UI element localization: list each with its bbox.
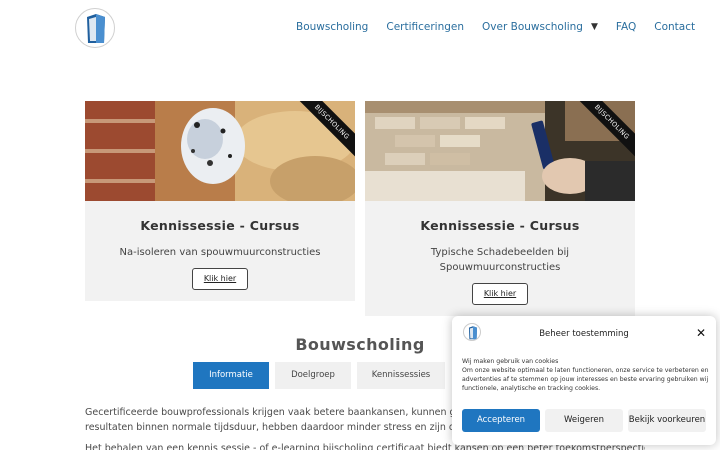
tab-doelgroep[interactable]: Doelgroep bbox=[275, 362, 351, 389]
course-image: BIJSCHOLING bbox=[365, 101, 635, 201]
course-image: BIJSCHOLING bbox=[85, 101, 355, 201]
tab-bar: Informatie Doelgroep Kennissessies bbox=[193, 362, 451, 389]
nav-item-over-bouwscholing-label[interactable]: Over Bouwscholing bbox=[482, 21, 583, 33]
close-icon[interactable]: ✕ bbox=[696, 326, 706, 340]
deny-button[interactable]: Weigeren bbox=[545, 409, 623, 432]
chevron-down-icon[interactable]: ▼ bbox=[591, 22, 598, 32]
nav-item-bouwscholing[interactable]: Bouwscholing bbox=[296, 21, 368, 33]
cookie-body: Om onze website optimaal te laten functi… bbox=[462, 367, 709, 392]
card-title: Kennissessie - Cursus bbox=[420, 218, 580, 233]
tab-informatie[interactable]: Informatie bbox=[193, 362, 269, 389]
card-description: Typische Schadebeelden bij Spouwmuurcons… bbox=[430, 247, 570, 273]
course-card: BIJSCHOLING Kennissessie - Cursus Typisc… bbox=[365, 101, 635, 316]
cookie-intro: Wij maken gebruik van cookies bbox=[462, 358, 559, 365]
klik-hier-button[interactable]: Klik hier bbox=[192, 268, 248, 290]
nav-item-faq[interactable]: FAQ bbox=[616, 21, 636, 33]
cookie-text: Wij maken gebruik van cookies Om onze we… bbox=[462, 357, 710, 393]
klik-hier-button[interactable]: Klik hier bbox=[472, 283, 528, 305]
site-logo[interactable] bbox=[75, 8, 115, 48]
cookie-title: Beheer toestemming bbox=[539, 329, 629, 339]
view-preferences-button[interactable]: Bekijk voorkeuren bbox=[628, 409, 706, 432]
course-card: BIJSCHOLING Kennissessie - Cursus Na-iso… bbox=[85, 101, 355, 301]
nav-item-over-bouwscholing[interactable]: Over Bouwscholing ▼ bbox=[482, 21, 598, 33]
accept-button[interactable]: Accepteren bbox=[462, 409, 540, 432]
tab-kennissessies[interactable]: Kennissessies bbox=[357, 362, 445, 389]
card-description: Na-isoleren van spouwmuurconstructies bbox=[119, 247, 321, 258]
nav-item-contact[interactable]: Contact bbox=[654, 21, 695, 33]
main-nav: Bouwscholing Certificeringen Over Bouwsc… bbox=[296, 21, 695, 33]
cookie-consent-dialog: Beheer toestemming ✕ Wij maken gebruik v… bbox=[452, 316, 716, 445]
nav-item-certificeringen[interactable]: Certificeringen bbox=[386, 21, 464, 33]
logo-icon bbox=[87, 14, 105, 43]
card-title: Kennissessie - Cursus bbox=[140, 218, 300, 233]
